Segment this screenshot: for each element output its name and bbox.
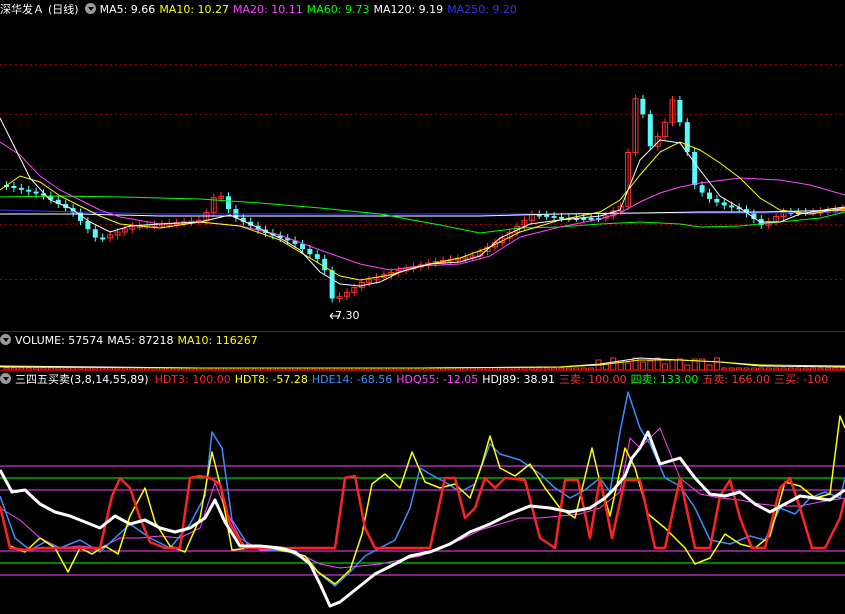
sell3-label: 三卖: 100.00 xyxy=(558,373,627,386)
candle-body xyxy=(226,196,231,210)
candle-body xyxy=(11,186,17,188)
candle-body xyxy=(647,114,653,147)
candle-body xyxy=(588,218,594,220)
volume-bar xyxy=(639,361,646,370)
candle-body xyxy=(100,237,106,240)
volume-bar xyxy=(676,358,683,370)
buy3-label: 三买: -100 xyxy=(774,373,829,386)
indicator-name: 三四五买卖(3,8,14,55,89) xyxy=(15,373,149,386)
hde14-label: HDE14: -68.56 xyxy=(311,373,393,386)
price-volume-separator xyxy=(0,331,845,332)
price-gridlines xyxy=(0,64,845,280)
candlesticks xyxy=(4,94,845,303)
hdq55-label: HDQ55: -12.05 xyxy=(396,373,479,386)
indicator-chart-svg xyxy=(0,391,845,608)
candle-body xyxy=(559,216,564,219)
volume-bar xyxy=(632,357,639,370)
volume-label: VOLUME: 57574 xyxy=(15,334,104,347)
candle-body xyxy=(729,205,735,208)
ma20-line xyxy=(0,141,845,271)
hdt3-label: HDT3: 100.00 xyxy=(154,373,231,386)
candle-body xyxy=(322,258,328,271)
volume-settings-dropdown-icon[interactable] xyxy=(0,334,11,345)
indicator-header: 三四五买卖(3,8,14,55,89) HDT3: 100.00 HDT8: -57… xyxy=(0,372,832,388)
volume-ma10-label: MA10: 116267 xyxy=(177,334,258,347)
candle-body xyxy=(33,191,39,194)
volume-ma5-line xyxy=(0,357,845,369)
indicator-lines xyxy=(0,391,845,608)
volume-indicator-separator xyxy=(0,370,845,371)
candle-body xyxy=(26,189,32,192)
indicator-level-lines xyxy=(0,465,845,576)
candle-body xyxy=(329,270,335,299)
candle-body xyxy=(684,122,690,152)
hdj89-line xyxy=(0,430,845,608)
ma10-line xyxy=(0,141,845,281)
volume-header: VOLUME: 57574 MA5: 87218 MA10: 116267 xyxy=(0,333,262,349)
hde14-line xyxy=(0,391,845,587)
candle-body xyxy=(551,215,557,218)
hdj89-label: HDJ89: 38.91 xyxy=(482,373,555,386)
candle-body xyxy=(307,249,313,255)
candle-body xyxy=(92,229,98,238)
candle-body xyxy=(707,192,712,199)
volume-bar xyxy=(713,357,720,370)
volume-bar xyxy=(669,359,676,370)
indicator-chart[interactable] xyxy=(0,388,845,614)
candle-body xyxy=(640,98,646,115)
sell4-label: 四卖: 133.00 xyxy=(630,373,699,386)
price-chart[interactable]: 7.30 xyxy=(0,0,845,330)
volume-bar xyxy=(625,362,632,370)
volume-chart[interactable] xyxy=(0,350,845,370)
candle-body xyxy=(544,214,550,217)
sell5-label: 五卖: 166.00 xyxy=(702,373,771,386)
candle-body xyxy=(721,202,727,206)
candle-body xyxy=(18,187,24,190)
candle-body xyxy=(714,198,720,203)
hdt3-line xyxy=(0,474,845,552)
indicator-settings-dropdown-icon[interactable] xyxy=(0,373,11,384)
candle-body xyxy=(314,254,320,259)
candle-body xyxy=(692,152,698,186)
volume-ma5-label: MA5: 87218 xyxy=(107,334,174,347)
price-chart-svg: 7.30 xyxy=(0,64,845,322)
volume-bar xyxy=(647,360,654,370)
volume-chart-svg xyxy=(0,357,845,370)
candle-body xyxy=(677,100,683,123)
hdt8-label: HDT8: -57.28 xyxy=(234,373,308,386)
candle-body xyxy=(699,185,705,193)
